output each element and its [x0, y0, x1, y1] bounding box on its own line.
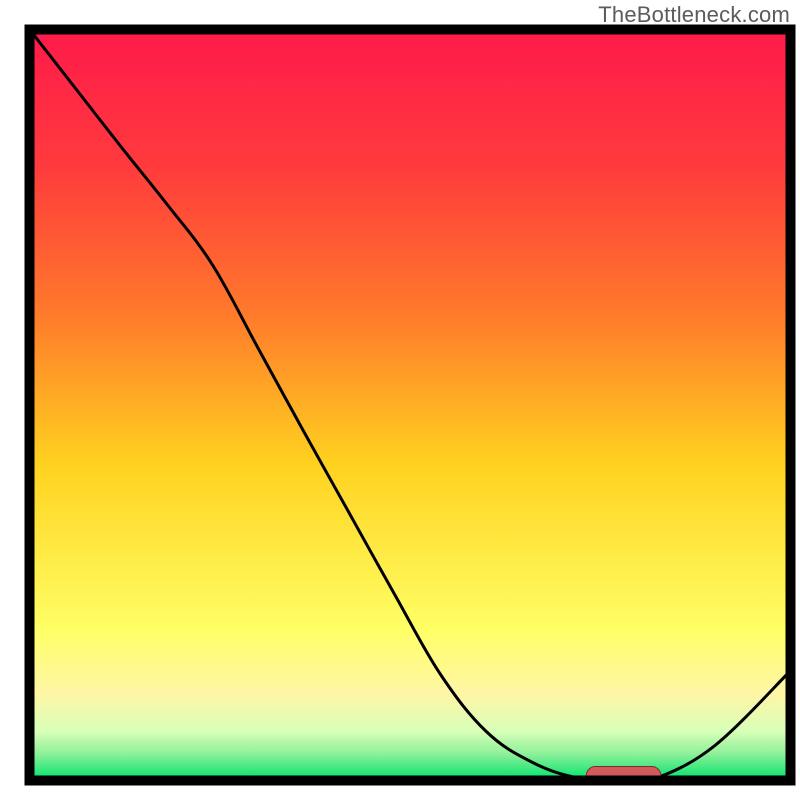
bottleneck-chart	[0, 0, 800, 800]
chart-svg	[0, 0, 800, 800]
attribution-label: TheBottleneck.com	[598, 2, 790, 28]
gradient-background	[30, 30, 790, 780]
